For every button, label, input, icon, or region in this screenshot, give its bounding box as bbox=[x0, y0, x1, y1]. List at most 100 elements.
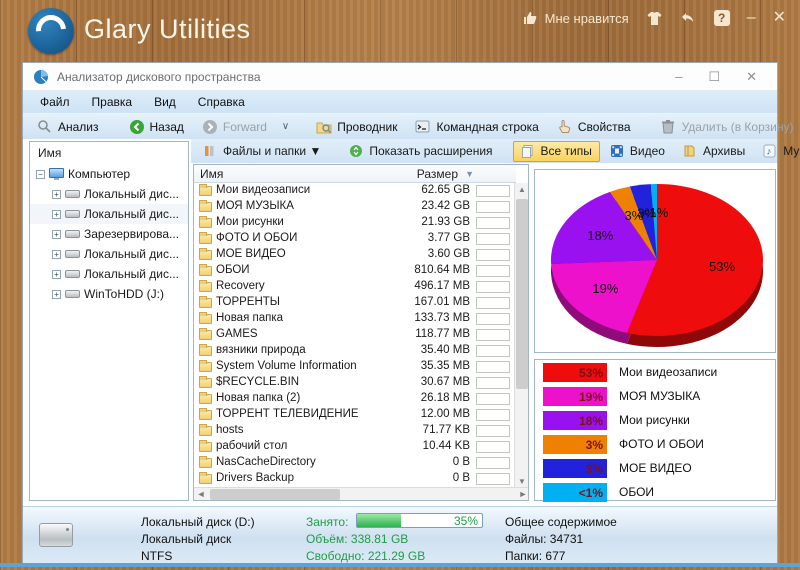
filterbar: Файлы и папки ▼ Показать расширения Все … bbox=[191, 139, 800, 163]
tree-root-computer[interactable]: − Компьютер bbox=[30, 164, 188, 184]
file-size: 118.77 MB bbox=[415, 328, 470, 340]
column-name[interactable]: Имя bbox=[200, 167, 223, 181]
back-label: Назад bbox=[149, 119, 184, 134]
window-minimize-button[interactable]: – bbox=[675, 69, 682, 84]
like-button[interactable]: Мне нравится bbox=[522, 10, 629, 27]
window-close-button[interactable]: ✕ bbox=[746, 69, 757, 85]
file-row[interactable]: Новая папка 133.73 MB bbox=[194, 311, 516, 327]
folder-icon bbox=[199, 200, 212, 212]
analyze-button[interactable]: Анализ bbox=[29, 117, 107, 137]
analyze-label: Анализ bbox=[58, 119, 99, 134]
tree-item-drive[interactable]: + Локальный дис... bbox=[30, 264, 188, 284]
window-maximize-button[interactable]: ☐ bbox=[708, 69, 720, 85]
pie-chart-panel: 53% 19% 18% 3% 3% <1% bbox=[534, 169, 776, 353]
back-button[interactable]: Назад bbox=[121, 117, 192, 137]
vertical-scroll-thumb[interactable] bbox=[516, 199, 528, 389]
expand-box[interactable]: + bbox=[52, 229, 61, 239]
expand-box[interactable]: + bbox=[52, 189, 61, 199]
drive-tree-panel: Имя − Компьютер + Локальный дис... + Локальны… bbox=[29, 141, 189, 501]
command-prompt-icon bbox=[415, 119, 431, 135]
forward-button[interactable]: Forward bbox=[194, 117, 275, 137]
filter-archives-button[interactable]: Архивы bbox=[675, 141, 753, 162]
file-name: Drivers Backup bbox=[216, 472, 294, 484]
file-row[interactable]: ОБОИ 810.64 MB bbox=[194, 263, 516, 279]
legend-row: 3% МОЕ ВИДЕО bbox=[535, 457, 775, 480]
expand-box[interactable]: + bbox=[52, 269, 61, 279]
size-bar bbox=[476, 377, 510, 389]
menu-item-Справка[interactable]: Справка bbox=[187, 95, 256, 109]
tree-item-drive[interactable]: + Локальный дис... bbox=[30, 244, 188, 264]
forward-label: Forward bbox=[222, 119, 267, 134]
file-row[interactable]: МОЯ МУЗЫКА 23.42 GB bbox=[194, 199, 516, 215]
status-files-count: Файлы: 34731 bbox=[505, 532, 584, 546]
cmd-button[interactable]: Командная строка bbox=[407, 117, 546, 137]
expand-box[interactable]: + bbox=[52, 249, 61, 259]
legend-swatch: 53% bbox=[543, 363, 607, 382]
file-size: 71.77 KB bbox=[422, 424, 470, 436]
folder-icon bbox=[199, 280, 212, 292]
folder-icon bbox=[199, 184, 212, 196]
file-row[interactable]: $RECYCLE.BIN 30.67 MB bbox=[194, 375, 516, 391]
expand-box[interactable]: + bbox=[52, 289, 61, 299]
file-row[interactable]: Мои видеозаписи 62.65 GB bbox=[194, 183, 516, 199]
file-row[interactable]: Drivers Backup 0 B bbox=[194, 471, 516, 487]
horizontal-scroll-thumb[interactable] bbox=[210, 489, 340, 500]
files-folders-label: Файлы и папки ▼ bbox=[223, 144, 322, 158]
video-label: Видео bbox=[629, 144, 665, 158]
legend-swatch: 3% bbox=[543, 435, 607, 454]
file-name: Мои рисунки bbox=[216, 216, 284, 228]
menu-item-Файл[interactable]: Файл bbox=[29, 95, 81, 109]
file-row[interactable]: System Volume Information 35.35 MB bbox=[194, 359, 516, 375]
folder-icon bbox=[199, 312, 212, 324]
menu-item-Вид[interactable]: Вид bbox=[143, 95, 187, 109]
file-row[interactable]: Новая папка (2) 26.18 MB bbox=[194, 391, 516, 407]
size-bar bbox=[476, 441, 510, 453]
folder-icon bbox=[199, 296, 212, 308]
horizontal-scrollbar[interactable]: ◄ ► bbox=[194, 487, 528, 500]
file-row[interactable]: GAMES 118.77 MB bbox=[194, 327, 516, 343]
tree-item-drive[interactable]: + Локальный дис... bbox=[30, 204, 188, 224]
file-row[interactable]: hosts 71.77 KB bbox=[194, 423, 516, 439]
file-row[interactable]: вязники природа 35.40 MB bbox=[194, 343, 516, 359]
file-row[interactable]: ТОРРЕНТЫ 167.01 MB bbox=[194, 295, 516, 311]
file-row[interactable]: Recovery 496.17 MB bbox=[194, 279, 516, 295]
files-folders-filter-button[interactable]: Файлы и папки ▼ bbox=[195, 141, 329, 162]
legend-label: ОБОИ bbox=[619, 485, 655, 499]
scroll-right-arrow[interactable]: ► bbox=[516, 488, 528, 500]
vertical-scrollbar[interactable]: ▲ ▼ bbox=[514, 183, 528, 489]
explorer-button[interactable]: Проводник bbox=[308, 117, 405, 137]
file-row[interactable]: ТОРРЕНТ ТЕЛЕВИДЕНИЕ 12.00 MB bbox=[194, 407, 516, 423]
file-row[interactable]: Мои рисунки 21.93 GB bbox=[194, 215, 516, 231]
file-row[interactable]: рабочий стол 10.44 KB bbox=[194, 439, 516, 455]
file-row[interactable]: МОЕ ВИДЕО 3.60 GB bbox=[194, 247, 516, 263]
collapse-box[interactable]: − bbox=[36, 169, 45, 179]
properties-button[interactable]: Свойства bbox=[549, 117, 639, 137]
theme-shirt-button[interactable] bbox=[646, 10, 663, 27]
file-row[interactable]: ФОТО И ОБОИ 3.77 GB bbox=[194, 231, 516, 247]
file-row[interactable]: NasCacheDirectory 0 B bbox=[194, 455, 516, 471]
filter-music-button[interactable]: ♪ Музыка bbox=[755, 141, 800, 162]
pie-slice-label: <1% bbox=[642, 205, 669, 220]
help-button[interactable]: ? bbox=[713, 10, 730, 26]
undo-button[interactable] bbox=[680, 10, 697, 27]
legend-percent: 3% bbox=[585, 438, 603, 452]
show-extensions-button[interactable]: Показать расширения bbox=[341, 141, 500, 162]
tree-item-drive[interactable]: + Зарезервирова... bbox=[30, 224, 188, 244]
delete-button[interactable]: Удалить (в Корзину) bbox=[653, 117, 800, 137]
folder-icon bbox=[199, 344, 212, 356]
menu-item-Правка[interactable]: Правка bbox=[81, 95, 144, 109]
size-bar bbox=[476, 393, 510, 405]
tree-item-drive[interactable]: + Локальный дис... bbox=[30, 184, 188, 204]
scroll-left-arrow[interactable]: ◄ bbox=[194, 488, 208, 500]
pie-chart-icon bbox=[33, 69, 49, 85]
filter-video-button[interactable]: Видео bbox=[602, 141, 673, 162]
filter-all-types-button[interactable]: Все типы bbox=[512, 140, 600, 162]
app-minimize-button[interactable]: – bbox=[747, 10, 756, 26]
app-close-button[interactable]: ✕ bbox=[773, 10, 786, 26]
size-bar bbox=[476, 313, 510, 325]
history-dropdown-button[interactable]: ∨ bbox=[277, 121, 294, 132]
column-size[interactable]: Размер bbox=[417, 167, 458, 181]
scroll-up-arrow[interactable]: ▲ bbox=[515, 183, 528, 197]
tree-item-drive[interactable]: + WinToHDD (J:) bbox=[30, 284, 188, 304]
expand-box[interactable]: + bbox=[52, 209, 61, 219]
